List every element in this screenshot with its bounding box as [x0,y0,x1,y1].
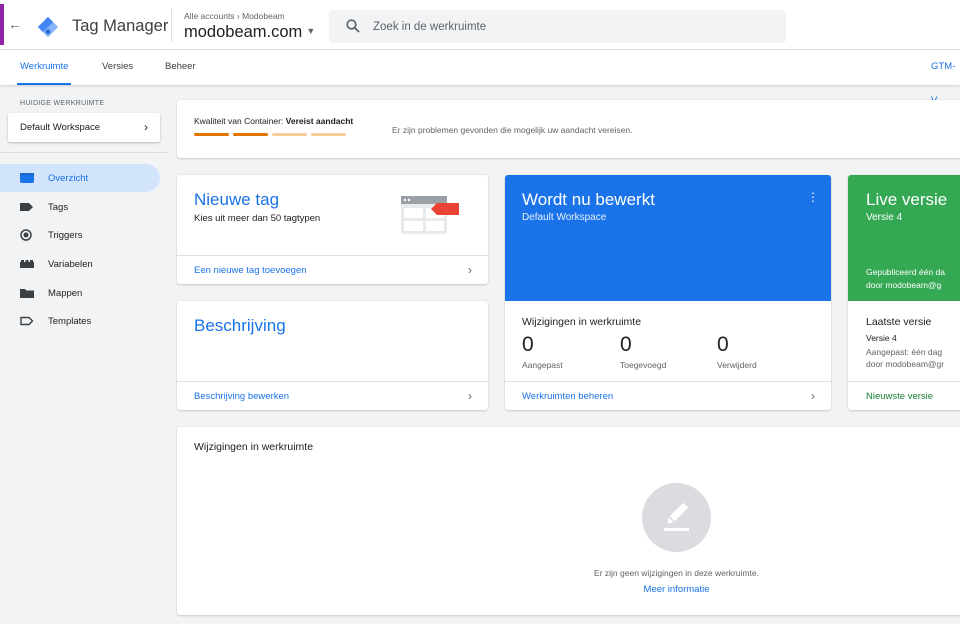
edit-description-label: Beschrijving bewerken [194,391,290,402]
live-version-header: Live versie Versie 4 Gepubliceerd één da… [848,175,960,301]
meta-line: Aangepast: één dag [866,347,943,357]
stat-value: 0 [620,333,632,356]
sidebar-item-overzicht[interactable]: Overzicht [0,164,160,192]
trigger-icon [20,229,32,241]
add-new-tag-link[interactable]: Een nieuwe tag toevoegen › [177,255,488,284]
live-published-info: Gepubliceerd één da door modobeam@g [866,266,945,292]
add-new-tag-label: Een nieuwe tag toevoegen [194,265,307,276]
published-line: door modobeam@g [866,280,942,290]
meta-line: door modobeam@gr [866,359,945,369]
sidebar-item-variabelen[interactable]: Variabelen [0,250,160,278]
current-workspace-header: Wordt nu bewerkt Default Workspace ⋮ [505,175,831,301]
sidebar-divider [0,152,168,153]
published-line: Gepubliceerd één da [866,267,945,277]
more-info-link[interactable]: Meer informatie [177,584,960,595]
folder-icon [20,289,34,298]
stat-value: 0 [522,333,534,356]
container-selector[interactable]: modobeam.com ▼ [184,23,315,42]
quality-label: Kwaliteit van Container: [194,116,284,126]
sidebar-item-triggers[interactable]: Triggers [0,221,160,249]
latest-version-meta: Aangepast: één dag door modobeam@gr [866,346,944,370]
overview-icon [20,173,34,183]
chevron-right-icon: › [811,389,815,403]
variables-icon [20,260,34,268]
current-workspace-card: Wordt nu bewerkt Default Workspace ⋮ Wij… [505,175,831,410]
stat-modified: 0 Aangepast [522,332,563,370]
sidebar-item-label: Overzicht [48,173,89,184]
latest-version-link[interactable]: Nieuwste versie [848,381,960,410]
latest-version-number: Versie 4 [866,333,897,343]
workspace-changes-title: Wijzigingen in werkruimte [522,316,642,328]
workspace-name: Default Workspace [20,122,101,133]
live-version-number: Versie 4 [866,212,903,223]
sidebar-item-templates[interactable]: Templates [0,307,160,335]
container-name: modobeam.com [184,23,303,41]
current-workspace-title: Wordt nu bewerkt [522,190,655,209]
header-divider [171,8,172,42]
manage-workspaces-label: Werkruimten beheren [522,391,614,402]
new-tag-subtitle: Kies uit meer dan 50 tagtypen [194,213,321,224]
sidebar-item-label: Mappen [48,288,83,299]
app-title[interactable]: Tag Manager [72,17,168,36]
sidebar-item-mappen[interactable]: Mappen [0,279,160,307]
workspace-selector[interactable]: Default Workspace › [8,113,160,142]
empty-state-text: Er zijn geen wijzigingen in deze werkrui… [594,568,759,578]
top-app-bar: ← Tag Manager Alle accounts › Modobeam m… [0,0,960,50]
sidebar-item-label: Triggers [48,230,83,241]
workspace-label: HUIDIGE WERKRUIMTE [20,100,105,107]
stat-deleted: 0 Verwijderd [717,332,757,370]
stat-label: Verwijderd [717,360,757,370]
latest-version-title: Laatste versie [866,316,932,328]
manage-workspaces-link[interactable]: Werkruimten beheren › [505,381,831,410]
quality-message: Er zijn problemen gevonden die mogelijk … [392,125,633,135]
account-color-strip [0,4,4,45]
tag-icon [20,203,33,211]
sidebar-item-label: Tags [48,202,69,213]
tab-versies[interactable]: Versies [102,50,133,85]
description-title: Beschrijving [194,316,286,335]
breadcrumb[interactable]: Alle accounts › Modobeam [184,11,285,21]
stat-value: 0 [717,333,729,356]
sidebar-item-label: Variabelen [48,259,93,270]
description-card: Beschrijving Beschrijving bewerken › [177,301,488,410]
stat-added: 0 Toegevoegd [620,332,666,370]
search-icon [346,19,360,33]
search-box[interactable] [329,10,786,43]
arrow-left-icon[interactable]: ← [6,15,24,33]
more-vert-icon[interactable]: ⋮ [807,190,819,204]
sidebar-item-tags[interactable]: Tags [0,193,160,221]
chevron-right-icon: › [468,389,472,403]
template-icon [20,316,34,326]
search-input[interactable] [373,18,773,35]
stat-label: Aangepast [522,360,563,370]
quality-bar [272,133,307,136]
caret-down-icon: ▼ [306,26,316,36]
live-version-title: Live versie [866,190,948,209]
new-tag-title[interactable]: Nieuwe tag [194,190,279,210]
quality-bar [194,133,229,136]
quality-bar [311,133,346,136]
new-tag-illustration-icon [401,196,459,234]
edit-description-link[interactable]: Beschrijving bewerken › [177,381,488,410]
quality-bar [233,133,268,136]
current-workspace-name: Default Workspace [522,212,607,223]
container-quality-card: Kwaliteit van Container: Vereist aandach… [177,100,960,158]
new-tag-card[interactable]: Nieuwe tag Kies uit meer dan 50 tagtypen… [177,175,488,284]
latest-version-label: Nieuwste versie [866,391,934,402]
pencil-icon [642,483,711,552]
gtm-logo-icon [37,16,59,38]
workspace-changes-card: Wijzigingen in werkruimte Er zijn geen w… [177,427,960,615]
tab-bar: Werkruimte Versies Beheer GTM-V [0,50,960,106]
workspace-changes-heading: Wijzigingen in werkruimte [194,441,314,453]
container-quality-title: Kwaliteit van Container: Vereist aandach… [194,116,353,126]
live-version-card: Live versie Versie 4 Gepubliceerd één da… [848,175,960,410]
chevron-right-icon: › [144,120,148,134]
quality-status: Vereist aandacht [285,116,354,126]
tab-beheer[interactable]: Beheer [165,50,196,85]
sidebar-item-label: Templates [48,316,92,327]
stat-label: Toegevoegd [620,360,667,370]
chevron-right-icon: › [468,263,472,277]
tab-werkruimte[interactable]: Werkruimte [16,50,72,85]
